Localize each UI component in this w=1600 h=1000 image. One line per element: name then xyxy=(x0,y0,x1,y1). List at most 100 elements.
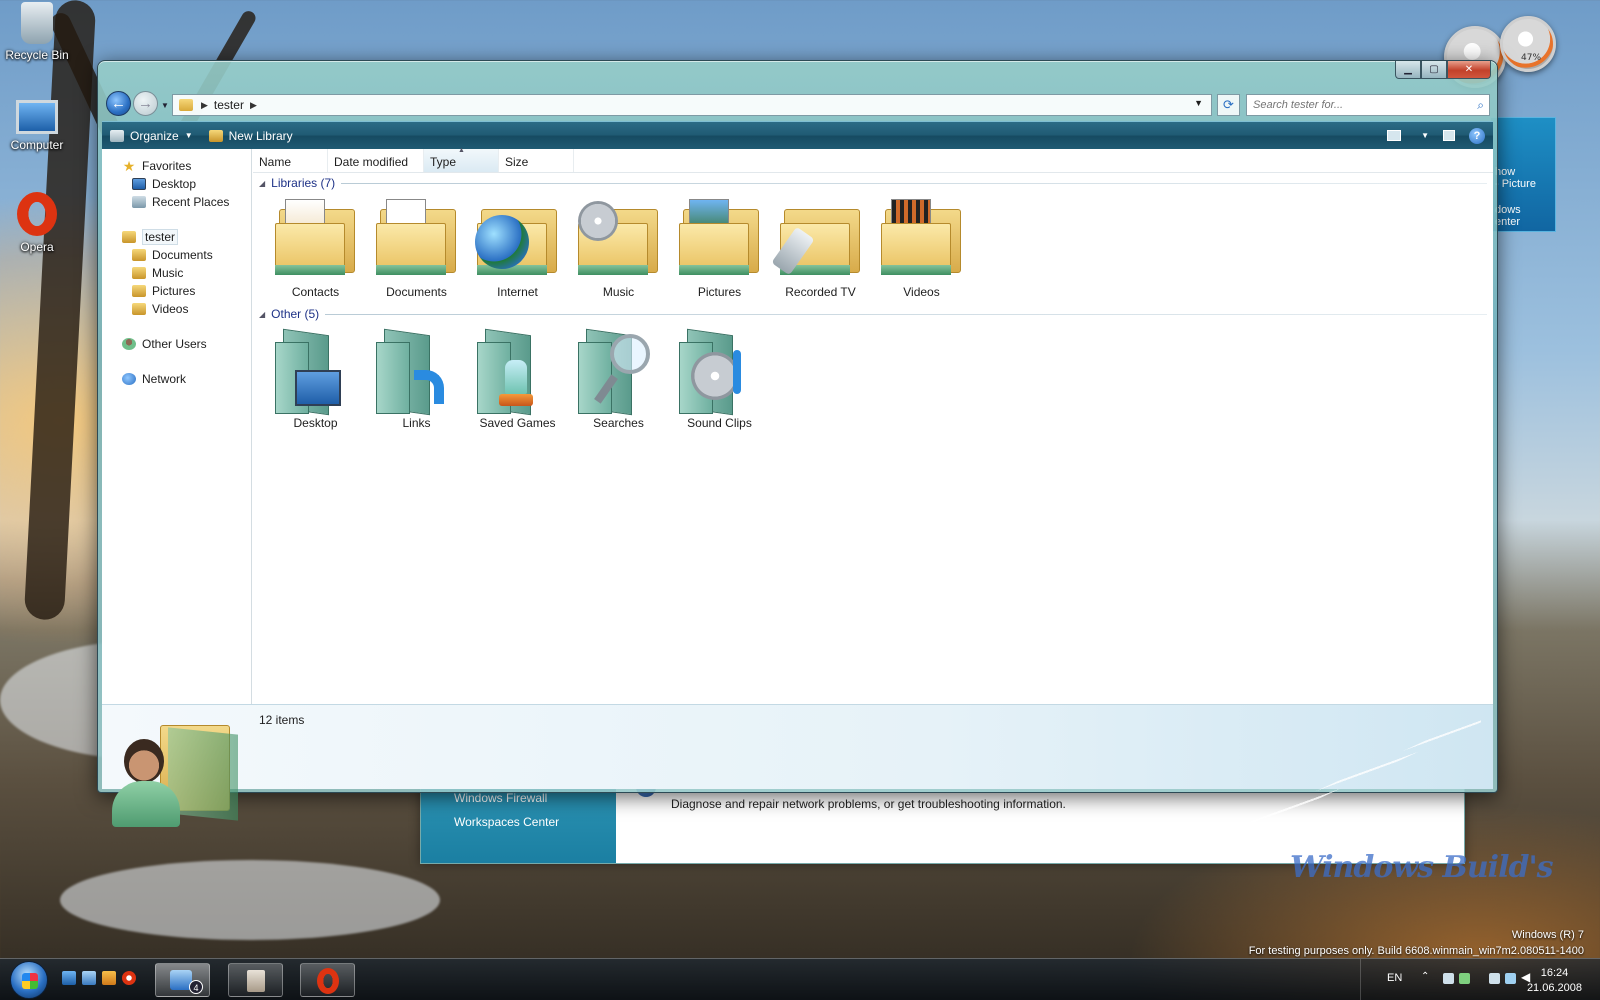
organize-label: Organize xyxy=(130,128,179,143)
memory-meter-gadget[interactable]: 47% xyxy=(1500,16,1556,72)
clock[interactable]: 16:24 21.06.2008 xyxy=(1527,966,1582,996)
nav-other-users[interactable]: Other Users xyxy=(102,335,251,353)
list-item[interactable]: Sound Clips xyxy=(669,328,770,430)
preview-pane-icon[interactable] xyxy=(1443,130,1455,141)
column-name[interactable]: Name xyxy=(253,149,328,172)
recent-pages-dropdown[interactable]: ▼ xyxy=(161,101,169,110)
tray-expand-icon[interactable]: ⌃ xyxy=(1421,971,1429,982)
user-folder-icon xyxy=(122,231,136,243)
caption-buttons: ▁ ▢ ✕ xyxy=(1395,61,1491,79)
side-gadget-line: how xyxy=(1495,166,1516,178)
tray-network-icon[interactable] xyxy=(1489,973,1500,984)
link-workspaces-center[interactable]: Workspaces Center xyxy=(454,815,616,829)
tray-app-icon[interactable] xyxy=(1443,973,1454,984)
organize-button[interactable]: Organize ▼ xyxy=(102,122,201,149)
collapse-triangle-icon[interactable]: ◢ xyxy=(259,179,265,188)
list-item[interactable]: Links xyxy=(366,328,467,430)
nav-pictures[interactable]: Pictures xyxy=(102,282,251,300)
desktop-icon-opera[interactable]: Opera xyxy=(0,192,74,254)
list-item[interactable]: Documents xyxy=(366,199,467,299)
group-header[interactable]: ◢ Other (5) xyxy=(259,306,1487,322)
system-tray: EN ⌃ ◀ 16:24 21.06.2008 xyxy=(1360,959,1600,1000)
list-item[interactable]: Pictures xyxy=(669,199,770,299)
users-icon xyxy=(122,338,136,350)
explorer-window[interactable]: ▁ ▢ ✕ ← → ▼ ▶ tester ▶ ▼ ⟳ ⌕ Organize ▼ … xyxy=(97,60,1498,835)
nav-recent-places[interactable]: Recent Places xyxy=(102,193,251,211)
taskbar-opera[interactable] xyxy=(300,963,355,997)
collapse-triangle-icon[interactable]: ◢ xyxy=(259,310,265,319)
column-type[interactable]: ▲ Type xyxy=(424,147,499,172)
list-item[interactable]: Searches xyxy=(568,328,669,430)
diagnose-description[interactable]: Diagnose and repair network problems, or… xyxy=(671,797,1066,811)
link-windows-firewall[interactable]: Windows Firewall xyxy=(454,791,616,805)
group-title: Other (5) xyxy=(271,307,320,321)
navigation-pane: ★ Favorites Desktop Recent Places tester… xyxy=(102,149,252,704)
search-icon[interactable]: ⌕ xyxy=(1477,98,1484,113)
desktop-icon-label: Recycle Bin xyxy=(5,48,69,62)
language-indicator[interactable]: EN xyxy=(1387,972,1402,984)
desktop-icon-recycle-bin[interactable]: Recycle Bin xyxy=(0,2,74,62)
documents-library-icon xyxy=(374,199,460,279)
nav-documents[interactable]: Documents xyxy=(102,246,251,264)
opera-quicklaunch-icon[interactable] xyxy=(122,971,136,985)
tray-security-icon[interactable] xyxy=(1459,973,1470,984)
side-gadget-panel[interactable]: how - Picture dows enter xyxy=(1490,117,1556,232)
group-libraries: ◢ Libraries (7) Contacts Documents Inter… xyxy=(259,175,1487,299)
new-library-button[interactable]: New Library xyxy=(201,122,301,149)
list-item[interactable]: Contacts xyxy=(265,199,366,299)
search-box[interactable]: ⌕ xyxy=(1246,94,1490,116)
control-panel-taskbar-icon xyxy=(247,970,265,992)
group-divider xyxy=(325,313,1487,315)
network-icon xyxy=(122,373,136,385)
nav-tester[interactable]: tester xyxy=(102,228,251,246)
views-icon[interactable] xyxy=(1387,130,1402,141)
start-button[interactable] xyxy=(10,961,48,999)
nav-desktop[interactable]: Desktop xyxy=(102,175,251,193)
list-item[interactable]: Recorded TV xyxy=(770,199,871,299)
nav-videos[interactable]: Videos xyxy=(102,300,251,318)
views-dropdown-icon[interactable]: ▼ xyxy=(1421,131,1429,140)
tray-display-icon[interactable] xyxy=(1505,973,1516,984)
address-dropdown-icon[interactable]: ▼ xyxy=(1194,98,1203,108)
list-item[interactable]: Desktop xyxy=(265,328,366,430)
breadcrumb-chevron-icon[interactable]: ▶ xyxy=(201,100,208,111)
breadcrumb-chevron-icon[interactable]: ▶ xyxy=(250,100,257,111)
nav-music[interactable]: Music xyxy=(102,264,251,282)
details-pane: 12 items xyxy=(102,704,1493,835)
list-item[interactable]: Saved Games xyxy=(467,328,568,430)
search-input[interactable] xyxy=(1247,95,1457,115)
item-label: Searches xyxy=(593,416,644,430)
nav-network[interactable]: Network xyxy=(102,370,251,388)
close-button[interactable]: ✕ xyxy=(1447,61,1491,79)
list-item[interactable]: Videos xyxy=(871,199,972,299)
windows-logo-icon xyxy=(22,973,38,989)
media-player-icon[interactable] xyxy=(102,971,116,985)
refresh-button[interactable]: ⟳ xyxy=(1217,94,1240,116)
column-date-modified[interactable]: Date modified xyxy=(328,149,424,172)
show-desktop-icon[interactable] xyxy=(62,971,76,985)
nav-favorites[interactable]: ★ Favorites xyxy=(102,157,251,175)
group-header[interactable]: ◢ Libraries (7) xyxy=(259,175,1487,191)
searches-folder-icon xyxy=(576,328,662,416)
clock-time: 16:24 xyxy=(1540,967,1569,979)
breadcrumb-tester[interactable]: tester xyxy=(214,98,244,112)
minimize-button[interactable]: ▁ xyxy=(1395,61,1421,79)
help-icon[interactable]: ? xyxy=(1469,127,1485,144)
item-label: Music xyxy=(602,285,635,299)
group-divider xyxy=(341,182,1487,184)
desktop-icon-label: Computer xyxy=(10,138,64,152)
taskbar-control-panel[interactable] xyxy=(228,963,283,997)
maximize-button[interactable]: ▢ xyxy=(1421,61,1447,79)
explorer-content: ★ Favorites Desktop Recent Places tester… xyxy=(102,147,1493,704)
switch-windows-icon[interactable] xyxy=(82,971,96,985)
column-size[interactable]: Size xyxy=(499,149,574,172)
desktop-icon-computer[interactable]: Computer xyxy=(0,100,74,152)
links-folder-icon xyxy=(374,328,460,416)
address-bar[interactable]: ▶ tester ▶ ▼ xyxy=(172,94,1212,116)
forward-button[interactable]: → xyxy=(133,91,158,116)
back-button[interactable]: ← xyxy=(106,91,131,116)
os-version: Windows (R) 7 xyxy=(1511,929,1584,941)
taskbar-explorer-group[interactable]: 4 xyxy=(155,963,210,997)
list-item[interactable]: Internet xyxy=(467,199,568,299)
list-item[interactable]: Music xyxy=(568,199,669,299)
